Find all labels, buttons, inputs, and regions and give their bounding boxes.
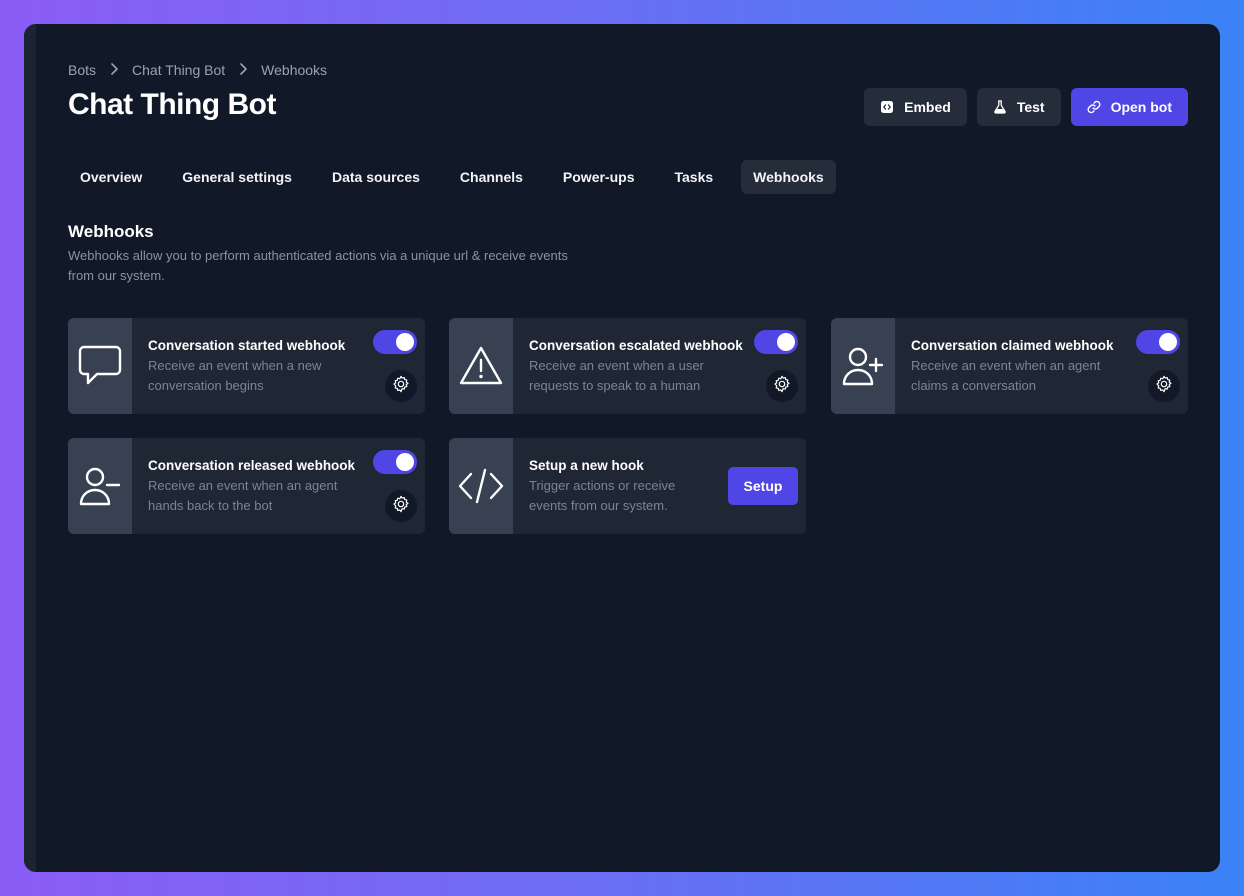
gear-icon	[392, 375, 410, 398]
gear-icon	[773, 375, 791, 398]
test-button[interactable]: Test	[976, 88, 1061, 126]
user-minus-icon	[68, 438, 132, 534]
webhook-title: Conversation escalated webhook	[529, 338, 743, 353]
settings-gear-button[interactable]	[1148, 370, 1180, 402]
code-square-icon	[880, 100, 894, 114]
main-content: Bots Chat Thing Bot Webhooks Chat Thing …	[68, 24, 1188, 872]
tab-tasks[interactable]: Tasks	[663, 160, 726, 194]
toggle-knob	[777, 333, 795, 351]
toggle-knob	[396, 333, 414, 351]
embed-label: Embed	[904, 99, 951, 115]
settings-gear-button[interactable]	[385, 490, 417, 522]
toggle-knob	[396, 453, 414, 471]
user-plus-icon	[831, 318, 895, 414]
breadcrumb: Bots Chat Thing Bot Webhooks	[68, 62, 327, 78]
open-bot-button[interactable]: Open bot	[1070, 88, 1188, 126]
webhook-card-conversation-released: Conversation released webhook Receive an…	[68, 438, 425, 534]
webhook-card-conversation-claimed: Conversation claimed webhook Receive an …	[831, 318, 1188, 414]
new-hook-card: Setup a new hook Trigger actions or rece…	[449, 438, 806, 534]
webhook-title: Conversation released webhook	[148, 458, 356, 473]
header-actions: Embed Test Open bot	[864, 88, 1188, 126]
tab-general-settings[interactable]: General settings	[170, 160, 304, 194]
tab-channels[interactable]: Channels	[448, 160, 535, 194]
open-bot-label: Open bot	[1110, 99, 1172, 115]
breadcrumb-bot[interactable]: Chat Thing Bot	[132, 62, 225, 78]
link-icon	[1087, 100, 1101, 114]
new-hook-title: Setup a new hook	[529, 458, 644, 473]
tab-overview[interactable]: Overview	[68, 160, 154, 194]
gear-icon	[1155, 375, 1173, 398]
test-label: Test	[1016, 99, 1045, 115]
chevron-right-icon	[225, 62, 261, 78]
section-description: Webhooks allow you to perform authentica…	[68, 248, 568, 283]
flask-icon	[993, 100, 1007, 114]
webhook-toggle[interactable]	[1136, 330, 1180, 354]
setup-button[interactable]: Setup	[728, 467, 798, 505]
tab-webhooks[interactable]: Webhooks	[741, 160, 836, 194]
breadcrumb-bots[interactable]: Bots	[68, 62, 96, 78]
embed-button[interactable]: Embed	[864, 88, 967, 126]
toggle-knob	[1159, 333, 1177, 351]
new-hook-description: Trigger actions or receive events from o…	[529, 478, 676, 513]
app-window: Bots Chat Thing Bot Webhooks Chat Thing …	[24, 24, 1220, 872]
tab-power-ups[interactable]: Power-ups	[551, 160, 647, 194]
webhook-card-conversation-started: Conversation started webhook Receive an …	[68, 318, 425, 414]
webhook-description: Receive an event when a new conversation…	[148, 358, 322, 393]
webhook-toggle[interactable]	[373, 330, 417, 354]
settings-gear-button[interactable]	[385, 370, 417, 402]
webhook-title: Conversation claimed webhook	[911, 338, 1114, 353]
webhook-toggle[interactable]	[373, 450, 417, 474]
chat-bubble-icon	[68, 318, 132, 414]
tab-data-sources[interactable]: Data sources	[320, 160, 432, 194]
warning-triangle-icon	[449, 318, 513, 414]
code-icon	[449, 438, 513, 534]
gear-icon	[392, 495, 410, 518]
section-title: Webhooks	[68, 222, 154, 241]
tab-bar: Overview General settings Data sources C…	[68, 160, 836, 194]
settings-gear-button[interactable]	[766, 370, 798, 402]
webhook-description: Receive an event when an agent hands bac…	[148, 478, 338, 513]
webhook-title: Conversation started webhook	[148, 338, 346, 353]
chevron-right-icon	[96, 62, 132, 78]
breadcrumb-webhooks[interactable]: Webhooks	[261, 62, 327, 78]
webhook-description: Receive an event when an agent claims a …	[911, 358, 1101, 393]
webhook-description: Receive an event when a user requests to…	[529, 358, 704, 393]
webhook-card-conversation-escalated: Conversation escalated webhook Receive a…	[449, 318, 806, 414]
page-title: Chat Thing Bot	[68, 88, 276, 121]
webhook-toggle[interactable]	[754, 330, 798, 354]
